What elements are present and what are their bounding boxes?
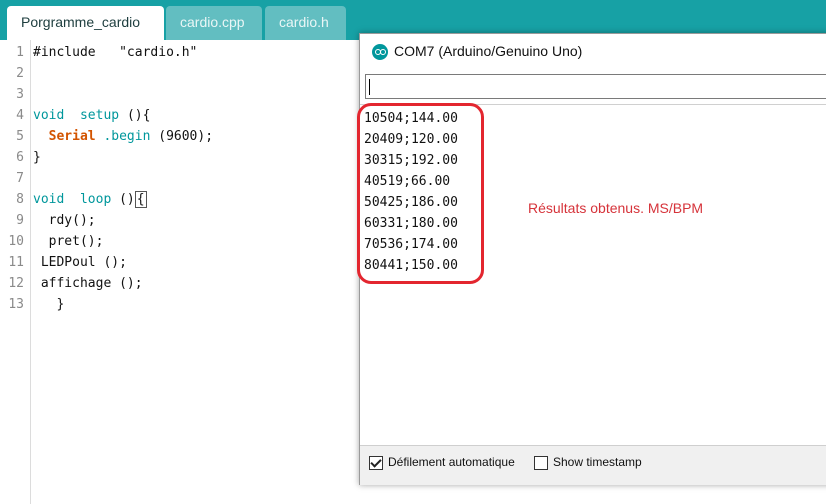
line-number: 7 [16, 171, 24, 186]
arguments: (9600); [158, 129, 214, 144]
results-highlight-box [357, 103, 484, 284]
code-line: } [33, 297, 64, 312]
tab-cardio-cpp[interactable]: cardio.cpp [166, 6, 262, 40]
punctuation: () [119, 192, 135, 207]
code-line: affichage (); [33, 276, 143, 291]
timestamp-label[interactable]: Show timestamp [553, 455, 642, 469]
code-line: Serial .begin (9600); [33, 129, 213, 144]
line-number: 12 [8, 276, 24, 291]
monitor-status-bar: Défilement automatique Show timestamp [360, 445, 826, 485]
line-number: 8 [16, 192, 24, 207]
function-name: loop [79, 192, 112, 207]
line-number: 6 [16, 150, 24, 165]
title-bar[interactable]: COM7 (Arduino/Genuino Uno) [360, 34, 826, 70]
punctuation: } [56, 297, 65, 312]
line-number: 11 [8, 255, 24, 270]
code-line: void loop (){ [33, 191, 147, 208]
serial-output-area[interactable]: 10504;144.00 20409;120.00 30315;192.00 4… [357, 103, 826, 445]
include-file: "cardio.h" [119, 45, 198, 60]
results-annotation: Résultats obtenus. MS/BPM [528, 200, 704, 216]
line-number: 5 [16, 129, 24, 144]
code-line: LEDPoul (); [33, 255, 127, 270]
tab-cardio-h[interactable]: cardio.h [265, 6, 346, 40]
function-name: setup [79, 108, 120, 123]
line-number: 10 [8, 234, 24, 249]
punctuation: (){ [126, 108, 151, 123]
method-name: .begin [103, 129, 151, 144]
line-number: 13 [8, 297, 24, 312]
serial-monitor-window: COM7 (Arduino/Genuino Uno) 10504;144.00 … [357, 33, 826, 485]
arduino-logo-icon [372, 44, 388, 60]
line-number: 1 [16, 45, 24, 60]
statement: pret(); [48, 234, 104, 249]
line-number: 9 [16, 213, 24, 228]
statement: rdy(); [48, 213, 96, 228]
code-line: pret(); [33, 234, 104, 249]
statement: LEDPoul (); [40, 255, 127, 270]
line-number: 4 [16, 108, 24, 123]
serial-send-input[interactable] [365, 74, 826, 99]
statement: affichage (); [40, 276, 143, 291]
matched-bracket: { [134, 191, 147, 208]
timestamp-checkbox[interactable] [534, 456, 548, 470]
code-line: #include "cardio.h" [33, 45, 197, 60]
include-directive: #include [33, 45, 96, 60]
autoscroll-label[interactable]: Défilement automatique [388, 455, 515, 469]
function-name: Serial [48, 129, 96, 144]
window-title: COM7 (Arduino/Genuino Uno) [394, 43, 583, 59]
line-number: 2 [16, 66, 24, 81]
autoscroll-checkbox[interactable] [369, 456, 383, 470]
keyword: void [33, 192, 65, 207]
punctuation: } [33, 150, 41, 165]
code-line: } [33, 150, 41, 165]
tab-programme-cardio[interactable]: Porgramme_cardio [7, 6, 164, 40]
code-line: rdy(); [33, 213, 96, 228]
line-number-gutter: 1 2 3 4 5 6 7 8 9 10 11 12 13 [0, 40, 31, 504]
line-number: 3 [16, 87, 24, 102]
text-caret [369, 79, 370, 95]
keyword: void [33, 108, 65, 123]
code-line: void setup (){ [33, 108, 150, 123]
